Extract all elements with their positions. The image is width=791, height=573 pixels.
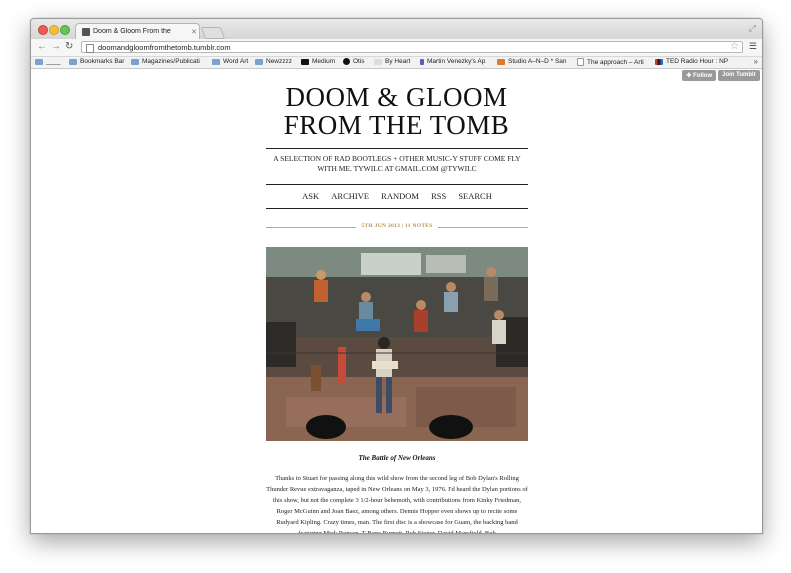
post-caption: The Battle of New Orleans — [358, 454, 436, 462]
nav-rss-link[interactable]: RSS — [431, 191, 446, 201]
folder-icon — [69, 58, 77, 65]
folder-icon — [212, 58, 220, 65]
nav-ask-link[interactable]: ASK — [302, 191, 319, 201]
page-icon — [577, 58, 584, 66]
web-page: ✚ Follow Join Tumblr DOOM & GLOOM FROM T… — [31, 69, 762, 533]
menu-icon[interactable]: ☰ — [749, 41, 757, 52]
blog-nav: ASK ARCHIVE RANDOM RSS SEARCH — [266, 191, 528, 201]
blog-description: A SELECTION OF RAD BOOTLEGS + OTHER MUSI… — [273, 154, 521, 173]
bookmarks-overflow-icon[interactable]: » — [754, 57, 758, 66]
close-window-button[interactable] — [38, 25, 48, 35]
address-bar[interactable]: doomandgloomfromthetomb.tumblr.com ☆ — [81, 41, 743, 53]
tumblr-controls: ✚ Follow Join Tumblr — [682, 70, 760, 81]
bookmark-item[interactable]: By Heart — [374, 58, 410, 65]
bookmark-item[interactable]: Medium — [301, 58, 335, 65]
join-tumblr-button[interactable]: Join Tumblr — [718, 70, 760, 81]
bookmark-item[interactable]: Bookmarks Bar — [69, 58, 124, 65]
forward-arrow-icon[interactable]: → — [51, 41, 61, 53]
concert-photo-image — [266, 247, 528, 441]
heart-icon — [374, 58, 382, 65]
new-tab-button[interactable] — [200, 27, 226, 39]
bookmark-item[interactable]: Magazines/Publicati — [131, 58, 200, 65]
bookmark-item[interactable]: Newzzzz — [255, 58, 292, 65]
bookmark-item[interactable]: Otis — [343, 58, 365, 65]
folder-icon — [131, 58, 139, 65]
bookmark-item[interactable]: Martin Venezky's Ap — [420, 58, 485, 65]
post-date-notes[interactable]: 5TH JUN 2013 | 11 NOTES — [266, 223, 528, 229]
browser-window: Doom & Gloom From the ✕ ⤢ ← → ↻ doomandg… — [30, 18, 763, 534]
browser-tab[interactable]: Doom & Gloom From the ✕ — [75, 23, 200, 39]
nav-search-link[interactable]: SEARCH — [458, 191, 492, 201]
bookmark-item[interactable]: TED Radio Hour : NP — [655, 58, 728, 65]
post-meta: 5TH JUN 2013 | 11 NOTES — [266, 223, 528, 233]
divider — [266, 208, 528, 209]
divider — [266, 184, 528, 185]
tab-strip: Doom & Gloom From the ✕ ⤢ — [31, 19, 762, 39]
blog-title[interactable]: DOOM & GLOOM FROM THE TOMB — [31, 83, 762, 139]
npr-icon — [655, 58, 663, 65]
tumblr-favicon-icon — [82, 27, 90, 36]
folder-icon — [255, 58, 263, 65]
figure-icon — [420, 58, 424, 65]
minimize-window-button[interactable] — [49, 25, 59, 35]
bookmark-item[interactable]: Studio A–N–D * San — [497, 58, 567, 65]
folder-icon — [35, 58, 43, 65]
bookmark-item[interactable]: The approach – Arti — [577, 58, 644, 66]
bookmark-star-icon[interactable]: ☆ — [730, 41, 739, 53]
post-photo[interactable] — [266, 247, 528, 441]
page-icon — [86, 44, 94, 53]
tab-title: Doom & Gloom From the — [93, 28, 171, 35]
follow-button[interactable]: ✚ Follow — [682, 70, 717, 81]
bookmark-item[interactable]: Word Art — [212, 58, 248, 65]
fullscreen-icon[interactable]: ⤢ — [749, 23, 756, 34]
divider — [266, 148, 528, 149]
zoom-window-button[interactable] — [60, 25, 70, 35]
post-body: Thanks to Stuart for passing along this … — [266, 475, 528, 534]
bookmarks-bar: ____ Bookmarks Bar Magazines/Publicati W… — [31, 57, 762, 69]
tab-close-icon[interactable]: ✕ — [189, 28, 199, 36]
nav-archive-link[interactable]: ARCHIVE — [331, 191, 369, 201]
browser-toolbar: ← → ↻ doomandgloomfromthetomb.tumblr.com… — [31, 39, 762, 57]
back-arrow-icon[interactable]: ← — [37, 41, 47, 53]
otis-icon — [343, 58, 350, 65]
nav-random-link[interactable]: RANDOM — [381, 191, 419, 201]
reload-icon[interactable]: ↻ — [65, 41, 73, 53]
medium-icon — [301, 58, 309, 65]
bookmark-item[interactable]: ____ — [35, 58, 60, 65]
studio-icon — [497, 58, 505, 65]
url-text: doomandgloomfromthetomb.tumblr.com — [98, 43, 231, 52]
